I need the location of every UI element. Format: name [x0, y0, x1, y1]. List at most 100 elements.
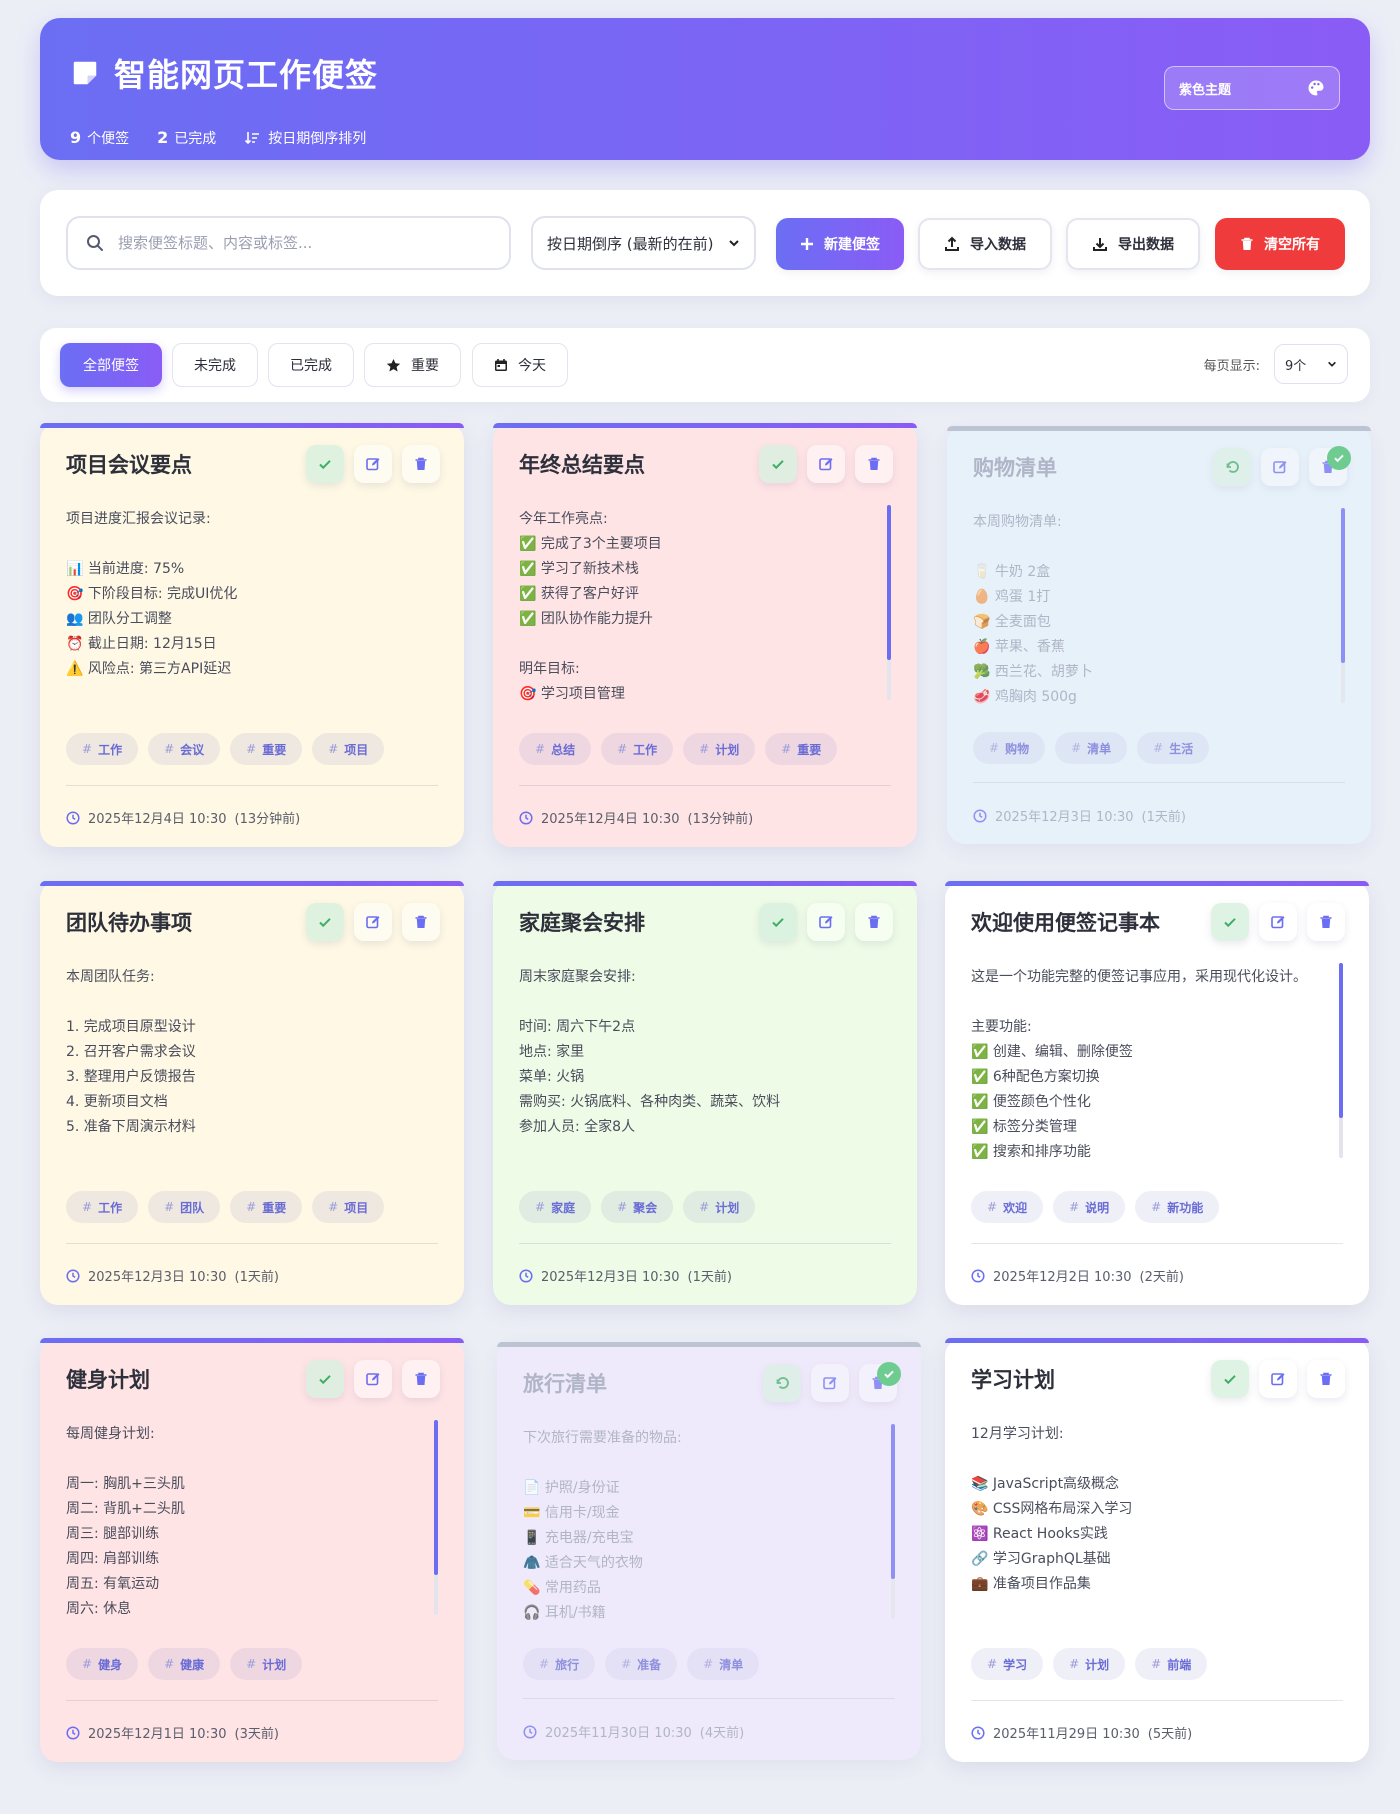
- delete-button[interactable]: [1307, 903, 1345, 941]
- complete-button[interactable]: [1211, 1360, 1249, 1398]
- complete-button[interactable]: [306, 1360, 344, 1398]
- import-button[interactable]: 导入数据: [918, 218, 1052, 270]
- tag-list: # 欢迎 # 说明 # 新功能: [971, 1191, 1220, 1223]
- content-scrollbar[interactable]: [1339, 963, 1343, 1158]
- content-scrollbar[interactable]: [891, 1424, 895, 1619]
- delete-button[interactable]: [1307, 1360, 1345, 1398]
- filter-today[interactable]: 今天: [472, 343, 568, 387]
- edit-button[interactable]: [354, 445, 392, 483]
- tag-chip[interactable]: # 重要: [230, 733, 303, 765]
- edit-button[interactable]: [354, 903, 392, 941]
- sort-select[interactable]: 按日期倒序 (最新的在前): [531, 216, 756, 270]
- delete-button[interactable]: [855, 903, 893, 941]
- filter-important[interactable]: 重要: [364, 343, 461, 387]
- tag-chip[interactable]: # 重要: [765, 733, 838, 765]
- card-accent-bar: [497, 1342, 921, 1347]
- edit-button[interactable]: [807, 903, 845, 941]
- tag-chip[interactable]: # 新功能: [1135, 1191, 1220, 1223]
- note-card[interactable]: 购物清单 本周购物清单: 🥛 牛奶 2盒 🥚 鸡蛋 1打 🍞 全麦面包 🍎 苹果…: [947, 426, 1371, 844]
- complete-button[interactable]: [1211, 903, 1249, 941]
- search-input[interactable]: [118, 234, 478, 252]
- trash-icon: [868, 457, 880, 470]
- delete-button[interactable]: [855, 445, 893, 483]
- content-scrollbar[interactable]: [887, 505, 891, 700]
- filter-bar: 全部便签 未完成 已完成 重要 今天 每页显示: 9个: [40, 328, 1370, 402]
- delete-button[interactable]: [402, 1360, 440, 1398]
- tag-chip[interactable]: # 健康: [148, 1648, 221, 1680]
- check-icon: [772, 918, 784, 928]
- tag-chip[interactable]: # 聚会: [601, 1191, 674, 1223]
- edit-button[interactable]: [1259, 1360, 1297, 1398]
- edit-button[interactable]: [807, 445, 845, 483]
- scrollbar-thumb[interactable]: [891, 1424, 895, 1579]
- tag-chip[interactable]: # 总结: [519, 733, 592, 765]
- content-scrollbar[interactable]: [1341, 508, 1345, 703]
- undo-button[interactable]: [1213, 448, 1251, 486]
- content-scrollbar[interactable]: [434, 1420, 438, 1615]
- tag-chip[interactable]: # 工作: [601, 733, 674, 765]
- note-card[interactable]: 项目会议要点 项目进度汇报会议记录: 📊 当前进度: 75% 🎯 下阶段目标: …: [40, 423, 464, 847]
- complete-button[interactable]: [759, 903, 797, 941]
- tag-chip[interactable]: # 旅行: [523, 1648, 596, 1680]
- tag-chip[interactable]: # 前端: [1135, 1648, 1208, 1680]
- note-title: 健身计划: [66, 1368, 150, 1392]
- filter-all[interactable]: 全部便签: [60, 343, 162, 387]
- scrollbar-thumb[interactable]: [887, 505, 891, 660]
- tag-chip[interactable]: # 计划: [683, 1191, 756, 1223]
- undo-button[interactable]: [763, 1364, 801, 1402]
- tag-chip[interactable]: # 欢迎: [971, 1191, 1044, 1223]
- note-card[interactable]: 旅行清单 下次旅行需要准备的物品: 📄 护照/身份证 💳 信用卡/现金 📱 充电…: [497, 1342, 921, 1760]
- filter-done[interactable]: 已完成: [268, 343, 354, 387]
- edit-button[interactable]: [1261, 448, 1299, 486]
- per-page-control: 每页显示: 9个: [1204, 344, 1348, 384]
- note-card[interactable]: 健身计划 每周健身计划: 周一: 胸肌+三头肌 周二: 背肌+二头肌 周三: 腿…: [40, 1338, 464, 1762]
- delete-button[interactable]: [402, 903, 440, 941]
- tag-chip[interactable]: # 计划: [683, 733, 756, 765]
- tag-chip[interactable]: # 计划: [1053, 1648, 1126, 1680]
- search-box[interactable]: [66, 216, 511, 270]
- tag-chip[interactable]: # 项目: [312, 1191, 385, 1223]
- card-actions: [306, 1360, 440, 1398]
- card-divider: [66, 785, 438, 786]
- tag-chip[interactable]: # 生活: [1137, 732, 1210, 764]
- tag-chip[interactable]: # 计划: [230, 1648, 303, 1680]
- complete-button[interactable]: [306, 903, 344, 941]
- tag-chip[interactable]: # 团队: [148, 1191, 221, 1223]
- new-note-button[interactable]: 新建便签: [776, 218, 904, 270]
- delete-button[interactable]: [402, 445, 440, 483]
- scrollbar-thumb[interactable]: [1339, 963, 1343, 1118]
- tag-chip[interactable]: # 项目: [312, 733, 385, 765]
- note-card[interactable]: 团队待办事项 本周团队任务: 1. 完成项目原型设计 2. 召开客户需求会议 3…: [40, 881, 464, 1305]
- scrollbar-thumb[interactable]: [434, 1420, 438, 1575]
- tag-chip[interactable]: # 说明: [1053, 1191, 1126, 1223]
- complete-button[interactable]: [759, 445, 797, 483]
- filter-undone[interactable]: 未完成: [172, 343, 258, 387]
- export-button[interactable]: 导出数据: [1066, 218, 1200, 270]
- note-card[interactable]: 欢迎使用便签记事本 这是一个功能完整的便签记事应用，采用现代化设计。 主要功能:…: [945, 881, 1369, 1305]
- tag-chip[interactable]: # 工作: [66, 1191, 139, 1223]
- note-card[interactable]: 学习计划 12月学习计划: 📚 JavaScript高级概念 🎨 CSS网格布局…: [945, 1338, 1369, 1762]
- tag-chip[interactable]: # 重要: [230, 1191, 303, 1223]
- scrollbar-thumb[interactable]: [1341, 508, 1345, 663]
- tag-chip[interactable]: # 健身: [66, 1648, 139, 1680]
- tag-chip[interactable]: # 学习: [971, 1648, 1044, 1680]
- tag-chip[interactable]: # 购物: [973, 732, 1046, 764]
- clear-all-button[interactable]: 清空所有: [1215, 218, 1345, 270]
- per-page-select[interactable]: 9个: [1274, 344, 1348, 384]
- edit-button[interactable]: [1259, 903, 1297, 941]
- edit-button[interactable]: [354, 1360, 392, 1398]
- edit-button[interactable]: [811, 1364, 849, 1402]
- tag-chip[interactable]: # 家庭: [519, 1191, 592, 1223]
- theme-switch-button[interactable]: 紫色主题: [1164, 66, 1340, 110]
- tag-chip[interactable]: # 会议: [148, 733, 221, 765]
- note-timestamp: 2025年12月3日 10:30 (1天前): [519, 1266, 732, 1285]
- tag-chip[interactable]: # 准备: [605, 1648, 678, 1680]
- note-timestamp: 2025年12月4日 10:30 (13分钟前): [66, 808, 300, 827]
- note-card[interactable]: 年终总结要点 今年工作亮点: ✅ 完成了3个主要项目 ✅ 学习了新技术栈 ✅ 获…: [493, 423, 917, 847]
- header-title-row: 智能网页工作便签: [70, 50, 378, 96]
- tag-chip[interactable]: # 清单: [1055, 732, 1128, 764]
- complete-button[interactable]: [306, 445, 344, 483]
- tag-chip[interactable]: # 工作: [66, 733, 139, 765]
- tag-chip[interactable]: # 清单: [687, 1648, 760, 1680]
- note-card[interactable]: 家庭聚会安排 周末家庭聚会安排: 时间: 周六下午2点 地点: 家里 菜单: 火…: [493, 881, 917, 1305]
